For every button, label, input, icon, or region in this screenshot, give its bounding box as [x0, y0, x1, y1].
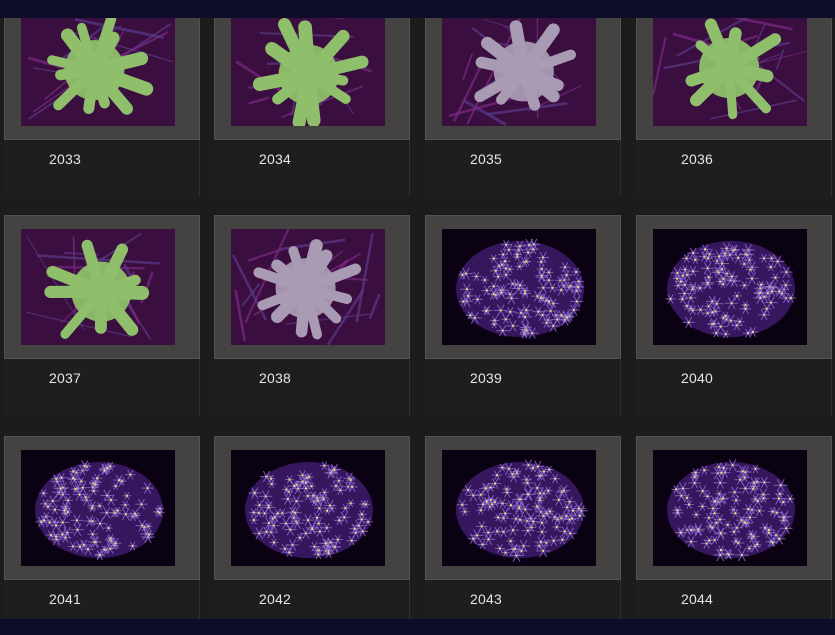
coral-thumbnail[interactable]	[442, 18, 596, 126]
gallery-item-2040[interactable]: 2040	[636, 215, 832, 416]
coral-photo-2044	[653, 450, 807, 566]
item-number[interactable]: 2042	[259, 591, 291, 607]
coral-photo-2039	[442, 229, 596, 345]
gallery-item-2043[interactable]: 2043	[425, 436, 621, 619]
coral-photo-2042	[231, 450, 385, 566]
item-number[interactable]: 2036	[681, 151, 713, 167]
coral-thumbnail[interactable]	[231, 229, 385, 345]
coral-thumbnail[interactable]	[21, 229, 175, 345]
caption-bar: 2039	[425, 359, 621, 416]
caption-bar: 2037	[4, 359, 200, 416]
coral-photo-2041	[21, 450, 175, 566]
caption-bar: 2043	[425, 580, 621, 619]
gallery-item-2044[interactable]: 2044	[636, 436, 832, 619]
gallery-item-2035[interactable]: 2035	[425, 18, 621, 197]
caption-bar: 2036	[636, 140, 832, 197]
coral-photo-2038	[231, 229, 385, 345]
coral-thumbnail[interactable]	[442, 450, 596, 566]
caption-bar: 2033	[4, 140, 200, 197]
coral-photo-2036	[653, 18, 807, 126]
caption-bar: 2042	[214, 580, 410, 619]
gallery-item-2041[interactable]: 2041	[4, 436, 200, 619]
item-number[interactable]: 2040	[681, 370, 713, 386]
coral-photo-2037	[21, 229, 175, 345]
item-number[interactable]: 2038	[259, 370, 291, 386]
caption-bar: 2035	[425, 140, 621, 197]
coral-thumbnail[interactable]	[653, 229, 807, 345]
item-number[interactable]: 2039	[470, 370, 502, 386]
gallery-item-2034[interactable]: 2034	[214, 18, 410, 197]
caption-bar: 2041	[4, 580, 200, 619]
coral-thumbnail[interactable]	[653, 18, 807, 126]
gallery-item-2039[interactable]: 2039	[425, 215, 621, 416]
gallery-item-2038[interactable]: 2038	[214, 215, 410, 416]
gallery-item-2037[interactable]: 2037	[4, 215, 200, 416]
gallery-item-2042[interactable]: 2042	[214, 436, 410, 619]
gallery-item-2033[interactable]: 2033	[4, 18, 200, 197]
coral-thumbnail[interactable]	[231, 450, 385, 566]
coral-photo-2033	[21, 18, 175, 126]
item-number[interactable]: 2037	[49, 370, 81, 386]
item-number[interactable]: 2034	[259, 151, 291, 167]
gallery-item-2036[interactable]: 2036	[636, 18, 832, 197]
coral-photo-2043	[442, 450, 596, 566]
coral-photo-2040	[653, 229, 807, 345]
item-number[interactable]: 2035	[470, 151, 502, 167]
caption-bar: 2040	[636, 359, 832, 416]
caption-bar: 2038	[214, 359, 410, 416]
thumbnail-gallery: 2033 2034 2035 2036 2037 2038 2039 2040 …	[0, 18, 835, 619]
item-number[interactable]: 2043	[470, 591, 502, 607]
coral-thumbnail[interactable]	[653, 450, 807, 566]
page-footer-band	[0, 619, 835, 635]
coral-thumbnail[interactable]	[21, 450, 175, 566]
item-number[interactable]: 2044	[681, 591, 713, 607]
coral-photo-2034	[231, 18, 385, 126]
coral-photo-2035	[442, 18, 596, 126]
coral-thumbnail[interactable]	[231, 18, 385, 126]
caption-bar: 2044	[636, 580, 832, 619]
coral-thumbnail[interactable]	[21, 18, 175, 126]
caption-bar: 2034	[214, 140, 410, 197]
coral-thumbnail[interactable]	[442, 229, 596, 345]
item-number[interactable]: 2041	[49, 591, 81, 607]
item-number[interactable]: 2033	[49, 151, 81, 167]
